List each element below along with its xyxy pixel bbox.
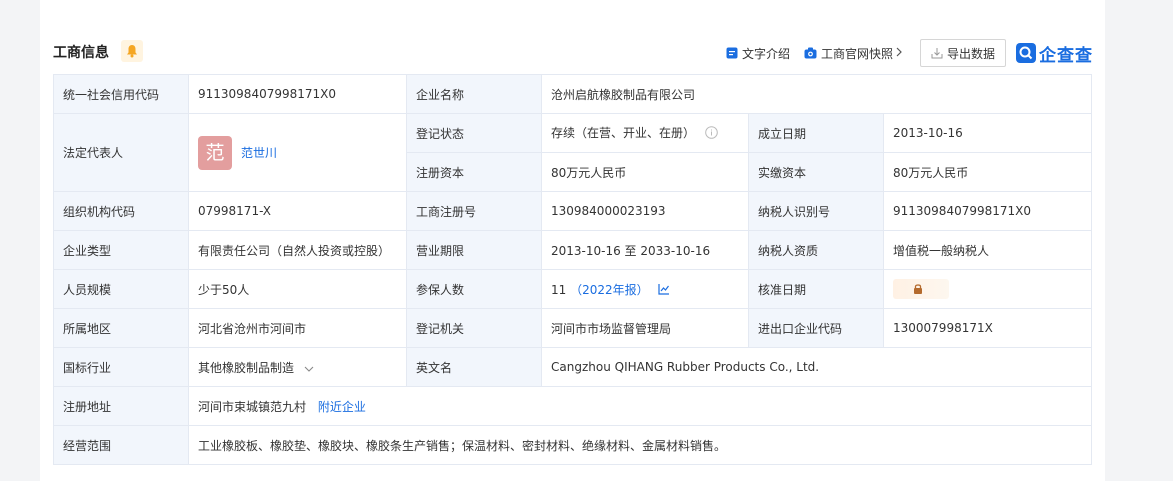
section-header: 工商信息 文字介绍 工商官网快照 导出数据 企查查 [40,34,1105,68]
section-title: 工商信息 [53,45,109,61]
company-name-value: 沧州启航橡胶制品有限公司 [540,74,1093,114]
uscc-label: 统一社会信用代码 [53,74,189,114]
region-value: 河北省沧州市河间市 [188,308,407,348]
business-info-panel: 工商信息 文字介绍 工商官网快照 导出数据 企查查 统一社会信用代码 91130… [40,0,1105,481]
reg-address-value: 河间市束城镇范九村 [198,399,307,414]
header-tools: 文字介绍 工商官网快照 导出数据 企查查 [726,39,1093,67]
export-icon [931,48,943,59]
table-row: 法定代表人 范 范世川 登记状态 存续（在营、开业、在册） 成立日期 2013-… [53,113,1093,192]
chevron-right-icon [896,46,906,60]
business-info-table: 统一社会信用代码 9113098407998171X0 企业名称 沧州启航橡胶制… [53,74,1093,465]
ent-type-value: 有限责任公司（自然人投资或控股） [188,230,407,270]
insured-year-link[interactable]: （2022年报） [570,283,649,297]
chevron-down-icon[interactable] [304,361,314,375]
legal-rep-cell: 范 范世川 [188,113,407,192]
company-name-label: 企业名称 [406,74,542,114]
table-row: 企业类型 有限责任公司（自然人投资或控股） 营业期限 2013-10-16 至 … [53,230,1093,270]
camera-icon [804,47,817,59]
reg-address-cell: 河间市束城镇范九村 附近企业 [187,386,1093,426]
table-row: 组织机构代码 07998171-X 工商注册号 130984000023193 … [53,191,1093,231]
qcc-logo: 企查查 [1016,41,1093,66]
org-code-label: 组织机构代码 [53,191,189,231]
taxpayer-id-value: 9113098407998171X0 [882,191,1093,231]
staff-size-value: 少于50人 [188,269,407,309]
insured-value: 11 [551,282,567,297]
text-intro-link[interactable]: 文字介绍 [726,45,790,62]
legal-rep-label: 法定代表人 [53,113,189,192]
english-name-value: Cangzhou QIHANG Rubber Products Co., Ltd… [540,347,1093,387]
table-row: 国标行业 其他橡胶制品制造 英文名 Cangzhou QIHANG Rubber… [53,347,1093,387]
reg-status-value: 存续（在营、开业、在册） [551,126,696,141]
reg-capital-label: 注册资本 [406,152,542,192]
info-circle-icon[interactable] [705,125,718,142]
vip-lock-button[interactable] [893,279,949,299]
nearby-companies-link[interactable]: 附近企业 [318,400,366,414]
uscc-value: 9113098407998171X0 [188,74,407,114]
est-date-value: 2013-10-16 [882,113,1093,153]
approval-date-cell [882,269,1093,309]
scope-label: 经营范围 [53,425,189,465]
ent-type-label: 企业类型 [53,230,189,270]
insured-cell: 11 （2022年报） [541,269,749,309]
est-date-label: 成立日期 [748,113,884,153]
industry-value: 其他橡胶制品制造 [198,360,295,375]
staff-size-label: 人员规模 [53,269,189,309]
paid-capital-value: 80万元人民币 [882,152,1093,192]
region-label: 所属地区 [53,308,189,348]
reg-capital-value: 80万元人民币 [541,152,749,192]
document-icon [726,47,738,59]
biz-reg-no-value: 130984000023193 [541,191,749,231]
scope-value: 工业橡胶板、橡胶垫、橡胶块、橡胶条生产销售；保温材料、密封材料、绝缘材料、金属材… [187,425,1093,465]
export-button[interactable]: 导出数据 [919,39,1006,67]
taxpayer-id-label: 纳税人识别号 [748,191,884,231]
org-code-value: 07998171-X [188,191,407,231]
reg-status-label: 登记状态 [406,113,542,153]
text-intro-label: 文字介绍 [741,46,790,61]
import-export-label: 进出口企业代码 [748,308,884,348]
legal-rep-link[interactable]: 范世川 [241,144,277,161]
reg-address-label: 注册地址 [53,386,189,426]
taxpayer-qual-value: 增值税一般纳税人 [882,230,1093,270]
subscribe-button[interactable] [121,40,143,62]
qcc-logo-text: 企查查 [1039,45,1093,66]
biz-reg-no-label: 工商注册号 [406,191,542,231]
biz-term-value: 2013-10-16 至 2033-10-16 [541,230,749,270]
table-row: 人员规模 少于50人 参保人数 11 （2022年报） 核准日期 [53,269,1093,309]
lock-icon [914,284,922,294]
table-row: 经营范围 工业橡胶板、橡胶垫、橡胶块、橡胶条生产销售；保温材料、密封材料、绝缘材… [53,425,1093,465]
english-name-label: 英文名 [406,347,542,387]
reg-authority-label: 登记机关 [406,308,542,348]
paid-capital-label: 实缴资本 [748,152,884,192]
table-row: 统一社会信用代码 9113098407998171X0 企业名称 沧州启航橡胶制… [53,74,1093,114]
industry-cell[interactable]: 其他橡胶制品制造 [188,347,407,387]
table-row: 所属地区 河北省沧州市河间市 登记机关 河间市市场监督管理局 进出口企业代码 1… [53,308,1093,348]
avatar: 范 [198,135,232,170]
insured-label: 参保人数 [406,269,542,309]
biz-term-label: 营业期限 [406,230,542,270]
table-row: 注册地址 河间市束城镇范九村 附近企业 [53,386,1093,426]
taxpayer-qual-label: 纳税人资质 [748,230,884,270]
reg-status-cell: 存续（在营、开业、在册） [541,113,749,153]
qcc-logo-icon [1016,43,1036,63]
bell-icon [127,45,137,58]
approval-date-label: 核准日期 [748,269,884,309]
export-label: 导出数据 [946,46,995,61]
import-export-value: 130007998171X [882,308,1093,348]
reg-authority-value: 河间市市场监督管理局 [541,308,749,348]
industry-label: 国标行业 [53,347,189,387]
chart-icon[interactable] [658,283,670,298]
snapshot-label: 工商官网快照 [820,46,893,61]
snapshot-link[interactable]: 工商官网快照 [804,45,906,62]
